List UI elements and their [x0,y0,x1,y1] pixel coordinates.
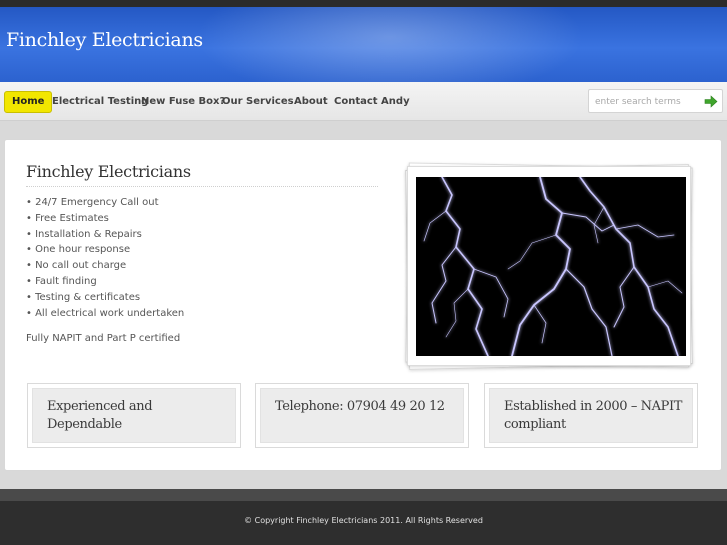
nav-item-home[interactable]: Home [4,91,53,113]
list-item: • Installation & Repairs [26,228,142,240]
right-arrow-icon[interactable] [704,95,718,108]
feature-text: Experienced and Dependable [47,399,153,432]
site-title[interactable]: Finchley Electricians [6,29,203,51]
search-box [588,89,723,113]
top-strip [0,0,727,7]
intro-title: Finchley Electricians [26,162,191,181]
list-item: • No call out charge [26,260,127,272]
list-item: • All electrical work undertaken [26,307,185,319]
feature-text: Telephone: 07904 49 20 12 [275,399,445,414]
certification-text: Fully NAPIT and Part P certified [26,333,181,344]
divider [26,186,378,187]
list-item: • Free Estimates [26,212,109,224]
list-item: • 24/7 Emergency Call out [26,197,159,208]
footer-band [0,489,727,501]
nav-item-new-fuse-box[interactable]: New Fuse Box? [141,91,225,113]
nav-item-our-services[interactable]: Our Services [222,91,294,113]
services-list: • 24/7 Emergency Call out • Free Estimat… [26,195,184,321]
list-item: • Fault finding [26,275,97,287]
feature-text: Established in 2000 – NAPIT compliant [504,399,682,432]
feature-box-telephone: Telephone: 07904 49 20 12 [255,383,469,448]
search-input[interactable] [595,94,700,109]
lightning-image [416,177,686,356]
feature-box-experience: Experienced and Dependable [27,383,241,448]
site-header: Finchley Electricians [0,7,727,82]
nav-item-contact-andy[interactable]: Contact Andy [334,91,410,113]
footer: © Copyright Finchley Electricians 2011. … [0,501,727,545]
feature-box-established: Established in 2000 – NAPIT compliant [484,383,698,448]
nav-item-about[interactable]: About [294,91,328,113]
nav-item-electrical-testing[interactable]: Electrical Testing [52,91,148,113]
list-item: • One hour response [26,244,131,256]
list-item: • Testing & certificates [26,291,141,303]
copyright-text: © Copyright Finchley Electricians 2011. … [244,516,483,525]
